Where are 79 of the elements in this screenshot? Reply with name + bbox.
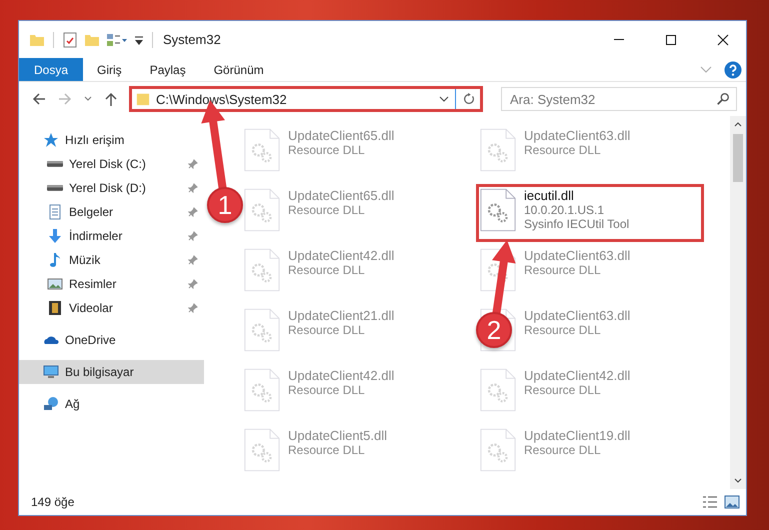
sidebar-item[interactable]: Yerel Disk (C:) [19, 152, 204, 176]
search-field[interactable]: Ara: System32 [501, 87, 737, 111]
sidebar-item[interactable]: Hızlı erişim [19, 128, 204, 152]
music-note-icon [47, 252, 63, 268]
scrollbar-thumb[interactable] [733, 134, 743, 182]
close-icon [717, 34, 729, 46]
details-view-icon[interactable] [702, 495, 718, 509]
help-icon[interactable] [724, 60, 742, 78]
file-detail: Resource DLL [524, 383, 602, 397]
window-title: System32 [163, 32, 221, 47]
file-name: UpdateClient63.dll [524, 248, 630, 263]
pin-icon[interactable] [188, 279, 198, 289]
sidebar-item[interactable]: OneDrive [19, 328, 204, 352]
refresh-icon[interactable] [462, 92, 476, 106]
sidebar-item[interactable]: Resimler [19, 272, 204, 296]
address-field[interactable]: C:\Windows\System32 [129, 86, 483, 112]
file-detail: Resource DLL [288, 443, 366, 457]
maximize-icon [665, 34, 677, 46]
file-name: UpdateClient21.dll [288, 308, 394, 323]
chevron-up-icon[interactable] [733, 120, 743, 128]
file-detail: Resource DLL [524, 143, 602, 157]
file-name: UpdateClient42.dll [288, 368, 394, 383]
file-name: UpdateClient65.dll [288, 188, 394, 203]
file-name: UpdateClient63.dll [524, 308, 630, 323]
sidebar-item[interactable]: Müzik [19, 248, 204, 272]
chevron-down-icon[interactable] [83, 95, 93, 103]
file-detail: Resource DLL [524, 443, 602, 457]
ribbon-tab[interactable]: Paylaş [136, 58, 200, 81]
ribbon-tab[interactable]: Giriş [83, 58, 136, 81]
file-name: iecutil.dll [524, 188, 575, 203]
item-count: 149 öğe [31, 495, 74, 509]
file-detail: Sysinfo IECUtil Tool [524, 217, 630, 231]
file-name: UpdateClient65.dll [288, 128, 394, 143]
chevron-down-icon[interactable] [439, 95, 449, 103]
file-detail: Resource DLL [288, 143, 366, 157]
file-detail: 10.0.20.1.US.1 [524, 203, 606, 217]
film-icon [47, 300, 63, 316]
file-name: UpdateClient42.dll [524, 368, 630, 383]
properties-icon[interactable] [62, 32, 78, 48]
monitor-icon [43, 364, 59, 380]
file-detail: Resource DLL [288, 383, 366, 397]
network-icon [43, 396, 59, 412]
file-item[interactable]: iecutil.dll 10.0.20.1.US.1 Sysinfo IECUtil Tool [476, 184, 704, 242]
sidebar-item[interactable]: Yerel Disk (D:) [19, 176, 204, 200]
back-arrow-icon[interactable] [31, 91, 47, 107]
pin-icon[interactable] [188, 207, 198, 217]
sidebar-item[interactable]: İndirmeler [19, 224, 204, 248]
file-detail: Resource DLL [288, 323, 366, 337]
minimize-icon [613, 39, 625, 40]
file-name: UpdateClient63.dll [524, 128, 630, 143]
sidebar-item[interactable]: Videolar [19, 296, 204, 320]
chevron-down-icon[interactable] [733, 477, 743, 485]
star-icon [43, 132, 59, 148]
search-icon[interactable] [716, 92, 730, 106]
ribbon-tab[interactable]: Görünüm [200, 58, 278, 81]
file-detail: Resource DLL [524, 323, 602, 337]
large-icons-view-icon[interactable] [724, 495, 740, 509]
picture-icon [47, 276, 63, 292]
pin-icon[interactable] [188, 183, 198, 193]
pin-icon[interactable] [188, 255, 198, 265]
folder-icon [136, 91, 150, 107]
view-icon[interactable] [106, 32, 128, 48]
sidebar-item[interactable]: Belgeler [19, 200, 204, 224]
file-name: UpdateClient42.dll [288, 248, 394, 263]
scrollbar[interactable] [730, 116, 746, 489]
sidebar-item[interactable]: Bu bilgisayar [19, 360, 204, 384]
file-detail: Resource DLL [524, 263, 602, 277]
pin-icon[interactable] [188, 231, 198, 241]
up-arrow-icon[interactable] [103, 91, 119, 107]
pin-icon[interactable] [188, 159, 198, 169]
file-detail: Resource DLL [288, 263, 366, 277]
down-arrow-icon [47, 228, 63, 244]
ribbon-tab[interactable]: Dosya [19, 58, 84, 81]
file-name: UpdateClient5.dll [288, 428, 388, 443]
document-icon [47, 204, 63, 220]
pin-icon[interactable] [188, 303, 198, 313]
sidebar-item[interactable]: Ağ [19, 392, 204, 416]
file-name: UpdateClient19.dll [524, 428, 630, 443]
file-detail: Resource DLL [288, 203, 366, 217]
